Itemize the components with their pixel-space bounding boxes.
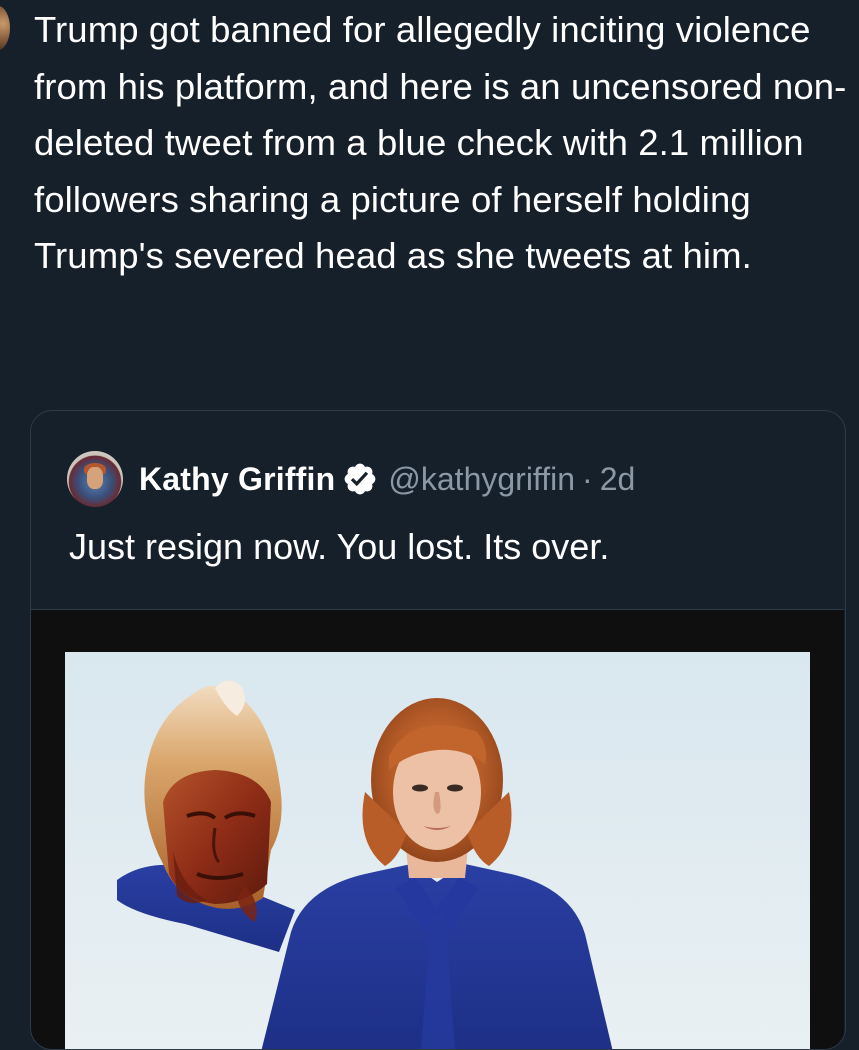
photo-illustration [65,652,810,1049]
separator-dot: · [582,460,593,497]
post-text: Trump got banned for allegedly inciting … [34,9,847,276]
quoted-author-avatar[interactable] [67,451,123,507]
quoted-author-name[interactable]: Kathy Griffin [139,461,335,498]
quoted-tweet-text: Just resign now. You lost. Its over. [69,526,610,567]
media-frame[interactable] [31,609,844,1049]
author-avatar-edge[interactable] [0,6,10,50]
quoted-tweet-header: Kathy Griffin @kathygriffin · 2d [67,451,635,507]
attached-photo[interactable] [65,652,810,1049]
verified-badge-icon [345,463,376,495]
quoted-tweet-card[interactable]: Kathy Griffin @kathygriffin · 2d Just re… [30,410,846,1050]
tweet-timestamp[interactable]: 2d [600,461,636,498]
quoted-author-handle[interactable]: @kathygriffin [388,461,575,498]
avatar-face [87,467,103,489]
